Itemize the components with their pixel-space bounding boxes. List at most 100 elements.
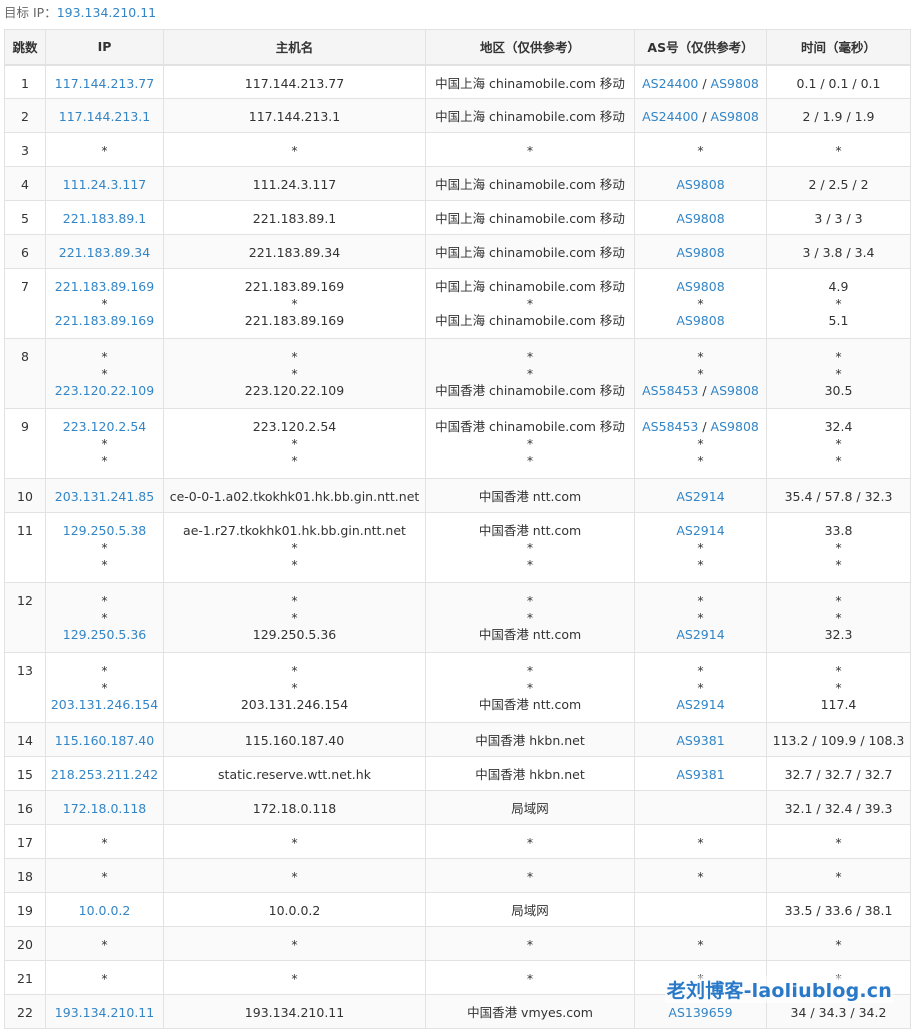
as-number-link[interactable]: AS9808 <box>711 419 759 434</box>
as-number-timeout: * <box>697 540 704 555</box>
as-numbers: AS9808 <box>636 278 766 295</box>
latency: * <box>835 366 842 381</box>
ip-address-link[interactable]: 172.18.0.118 <box>47 800 163 817</box>
ip-address-link[interactable]: 115.160.187.40 <box>47 732 163 749</box>
as-number-link[interactable]: AS2914 <box>676 523 724 538</box>
region-cell: 中国上海 chinamobile.com 移动 <box>425 64 635 99</box>
region: * <box>526 971 534 986</box>
table-row: 18 * * * * * <box>4 858 911 893</box>
as-number-link[interactable]: AS2914 <box>676 627 724 642</box>
latency: 32.7 / 32.7 / 32.7 <box>784 767 893 782</box>
as-number-link[interactable]: AS2914 <box>676 489 724 504</box>
region-cell: * * 中国香港 ntt.com <box>425 652 635 723</box>
as-cell: AS9808 <box>634 234 767 269</box>
as-number-link[interactable]: AS139659 <box>668 1005 732 1020</box>
as-numbers: * <box>636 679 766 696</box>
traceroute-table: 跳数 IP 主机名 地区（仅供参考） AS号（仅供参考） 时间（毫秒） 1 117… <box>4 29 911 1029</box>
latency: 113.2 / 109.9 / 108.3 <box>772 733 905 748</box>
ip-address-link[interactable]: 221.183.89.169 <box>47 278 163 295</box>
as-cell: * <box>634 858 767 893</box>
as-number-link[interactable]: AS9808 <box>711 109 759 124</box>
as-numbers: * <box>636 348 766 365</box>
region-cell: * <box>425 132 635 167</box>
region-cell: 中国上海 chinamobile.com 移动 <box>425 234 635 269</box>
as-numbers: AS9381 <box>636 732 766 749</box>
ip-address-link[interactable]: 223.120.2.54 <box>47 418 163 435</box>
region: 中国香港 hkbn.net <box>475 767 585 782</box>
region: 中国香港 ntt.com <box>478 697 582 712</box>
ip-address-link[interactable]: 111.24.3.117 <box>47 176 163 193</box>
region: * <box>526 937 534 952</box>
region: 中国香港 ntt.com <box>478 489 582 504</box>
hostname: 111.24.3.117 <box>252 177 337 192</box>
as-number-link[interactable]: AS2914 <box>676 697 724 712</box>
ip-address-link[interactable]: 203.131.246.154 <box>47 696 163 713</box>
region-cell: 中国香港 ntt.com <box>425 478 635 513</box>
as-number-link[interactable]: AS58453 <box>642 419 698 434</box>
time-cell: 3 / 3 / 3 <box>766 200 911 235</box>
table-row: 13 * * 203.131.246.154 * * 203.131.246.154 * * 中国… <box>4 652 911 723</box>
as-cell: AS2914 <box>634 478 767 513</box>
hop-number: 7 <box>21 279 29 294</box>
as-number-timeout: * <box>697 557 704 572</box>
hop-cell: 22 <box>4 994 46 1029</box>
time-cell: 35.4 / 57.8 / 32.3 <box>766 478 911 513</box>
as-number-link[interactable]: AS9808 <box>676 211 724 226</box>
region-cell: * <box>425 926 635 961</box>
as-number-link[interactable]: AS58453 <box>642 383 698 398</box>
latency: * <box>835 937 842 952</box>
table-row: 17 * * * * * <box>4 824 911 859</box>
as-number-link[interactable]: AS9808 <box>711 383 759 398</box>
ip-address-link[interactable]: 221.183.89.34 <box>47 244 163 261</box>
as-number-link[interactable]: AS9808 <box>676 313 724 328</box>
target-ip-label: 目标 IP： <box>4 5 57 20</box>
hostname: * <box>291 143 298 158</box>
ip-address-link[interactable]: 117.144.213.1 <box>47 108 163 125</box>
as-number-link[interactable]: AS9381 <box>676 767 724 782</box>
time-cell: 2 / 1.9 / 1.9 <box>766 98 911 133</box>
hop-number: 9 <box>21 419 29 434</box>
ip-address-timeout: * <box>101 349 108 364</box>
ip-address-link[interactable]: 129.250.5.36 <box>47 626 163 643</box>
as-number-link[interactable]: AS9381 <box>676 733 724 748</box>
table-row: 19 10.0.0.2 10.0.0.2 局域网 33.5 / 33.6 / 38.1 <box>4 892 911 927</box>
as-number-link[interactable]: AS24400 <box>642 76 698 91</box>
as-cell: AS2914 * * <box>634 512 767 583</box>
hop-cell: 11 <box>4 512 46 583</box>
ip-cell: * <box>45 926 164 961</box>
ip-address-link[interactable]: 203.131.241.85 <box>47 488 163 505</box>
hop-cell: 5 <box>4 200 46 235</box>
ip-address-link[interactable]: 218.253.211.242 <box>47 766 163 783</box>
ip-address-link[interactable]: 10.0.0.2 <box>47 902 163 919</box>
ip-address-link[interactable]: 221.183.89.1 <box>47 210 163 227</box>
region-cell: 中国香港 ntt.com * * <box>425 512 635 583</box>
region: 中国香港 chinamobile.com 移动 <box>435 419 625 434</box>
region-cell: 中国上海 chinamobile.com 移动 * 中国上海 chinamobile… <box>425 268 635 339</box>
as-numbers: AS2914 <box>636 522 766 539</box>
hostname: * <box>291 366 298 381</box>
ip-address-link[interactable]: 117.144.213.77 <box>47 75 163 92</box>
ip-cell: 129.250.5.38 * * <box>45 512 164 583</box>
region-cell: 中国上海 chinamobile.com 移动 <box>425 166 635 201</box>
as-number-link[interactable]: AS9808 <box>711 76 759 91</box>
as-number-link[interactable]: AS24400 <box>642 109 698 124</box>
as-numbers: AS9808 <box>636 176 766 193</box>
hostname: * <box>291 296 298 311</box>
target-ip-line: 目标 IP：193.134.210.11 <box>0 0 916 26</box>
as-number-link[interactable]: AS9808 <box>676 279 724 294</box>
hostname: * <box>291 971 298 986</box>
as-number-link[interactable]: AS9808 <box>676 177 724 192</box>
latency: * <box>835 869 842 884</box>
ip-address-link[interactable]: 221.183.89.169 <box>47 312 163 329</box>
as-number-link[interactable]: AS9808 <box>676 245 724 260</box>
ip-cell: 221.183.89.1 <box>45 200 164 235</box>
ip-address-link[interactable]: 223.120.22.109 <box>47 382 163 399</box>
latency: * <box>835 540 842 555</box>
ip-address-link[interactable]: 193.134.210.11 <box>47 1004 163 1021</box>
as-numbers: AS2914 <box>636 696 766 713</box>
region-cell: 局域网 <box>425 892 635 927</box>
ip-address-link[interactable]: 129.250.5.38 <box>47 522 163 539</box>
target-ip-value: 193.134.210.11 <box>56 5 157 20</box>
latency: 32.1 / 32.4 / 39.3 <box>784 801 893 816</box>
as-numbers <box>636 800 766 817</box>
